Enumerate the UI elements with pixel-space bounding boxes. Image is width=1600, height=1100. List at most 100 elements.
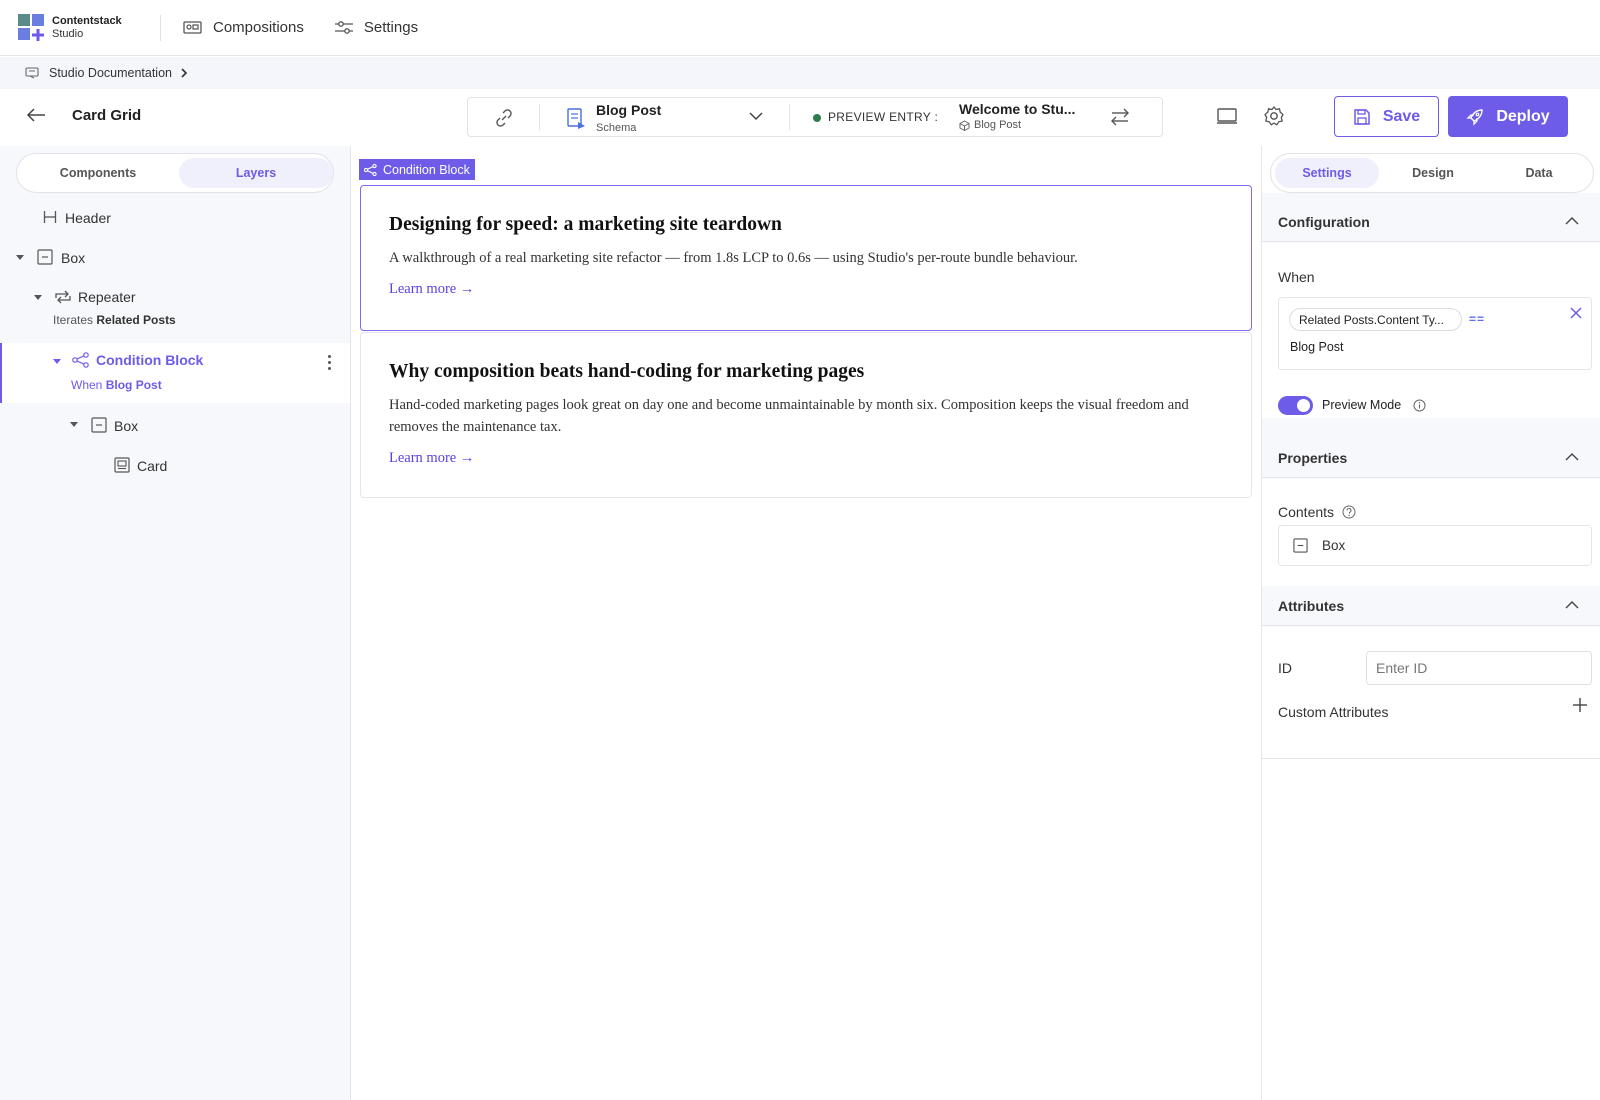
caret-down-icon[interactable] <box>34 295 42 300</box>
preview-entry-type-label: Blog Post <box>974 119 1022 131</box>
tab-design[interactable]: Design <box>1381 158 1485 188</box>
card-title: Why composition beats hand-coding for ma… <box>389 361 865 382</box>
save-button-label: Save <box>1382 107 1421 125</box>
box-icon <box>1293 538 1308 553</box>
preview-status-dot <box>813 114 821 122</box>
attributes-section-header[interactable]: Attributes <box>1262 586 1600 626</box>
documentation-icon <box>25 67 39 79</box>
condition-block-badge[interactable]: Condition Block <box>359 159 475 180</box>
save-button[interactable]: Save <box>1334 96 1439 137</box>
repeat-icon <box>55 290 71 304</box>
right-panel: Settings Design Data Configuration When … <box>1261 146 1600 1100</box>
layer-sublabel: Iterates Related Posts <box>53 313 176 327</box>
nav-divider <box>160 14 161 41</box>
help-icon[interactable] <box>1342 505 1356 519</box>
when-condition-box: Related Posts.Content Ty... == Blog Post <box>1278 297 1592 370</box>
tab-layers[interactable]: Layers <box>179 158 333 188</box>
header-icon <box>43 211 57 223</box>
card-learn-more-link[interactable]: Learn more → <box>389 281 474 298</box>
layer-sublabel: When Blog Post <box>71 378 162 392</box>
id-input[interactable] <box>1366 651 1592 685</box>
nav-compositions[interactable]: Compositions <box>183 19 304 36</box>
layer-box[interactable]: Box <box>0 407 350 443</box>
nav-compositions-label: Compositions <box>213 19 304 36</box>
post-card[interactable]: Designing for speed: a marketing site te… <box>360 185 1252 331</box>
card-icon <box>114 457 130 473</box>
preview-entry-label: PREVIEW ENTRY : <box>828 110 939 124</box>
condition-block-badge-label: Condition Block <box>383 162 470 177</box>
card-body: Hand-coded marketing pages look great on… <box>389 397 1189 435</box>
preview-entry-title[interactable]: Welcome to Stu... <box>959 101 1075 117</box>
tab-components[interactable]: Components <box>21 158 175 188</box>
when-operator[interactable]: == <box>1469 312 1485 326</box>
breadcrumb-label: Studio Documentation <box>49 66 172 80</box>
chevron-up-icon[interactable] <box>1565 600 1579 610</box>
desktop-device-icon[interactable] <box>1216 107 1238 125</box>
layer-repeater[interactable]: Repeater Iterates Related Posts <box>0 283 350 331</box>
brand-logo[interactable]: Contentstack Studio <box>18 13 160 42</box>
nav-settings-label: Settings <box>363 19 419 36</box>
box-icon <box>37 249 53 265</box>
left-panel-tabs: Components Layers <box>16 153 334 193</box>
right-panel-tabs: Settings Design Data <box>1270 153 1594 193</box>
sliders-icon <box>334 20 353 34</box>
layer-condition-block[interactable]: Condition Block When Blog Post <box>0 343 350 403</box>
when-label: When <box>1278 269 1315 285</box>
kebab-menu-icon[interactable] <box>328 355 332 371</box>
schema-separator <box>539 104 540 130</box>
brand-name: Contentstack <box>52 14 122 27</box>
back-arrow-icon[interactable] <box>26 107 46 123</box>
caret-down-icon[interactable] <box>70 422 78 427</box>
left-panel: Components Layers Header Box Repeater It… <box>0 146 351 1100</box>
caret-down-icon[interactable] <box>53 359 61 364</box>
card-title: Designing for speed: a marketing site te… <box>389 214 782 235</box>
condition-branch-icon <box>364 163 377 176</box>
breadcrumb[interactable]: Studio Documentation <box>0 57 1600 89</box>
contents-label: Contents <box>1278 504 1356 520</box>
when-field-chip[interactable]: Related Posts.Content Ty... <box>1289 308 1462 331</box>
schema-document-icon <box>567 108 585 129</box>
chevron-up-icon[interactable] <box>1565 452 1579 462</box>
card-learn-more-link[interactable]: Learn more → <box>389 450 474 467</box>
configuration-section-header[interactable]: Configuration <box>1262 202 1600 242</box>
attributes-body <box>1262 627 1600 758</box>
link-icon[interactable] <box>494 108 514 128</box>
schema-title[interactable]: Blog Post <box>596 102 661 118</box>
chevron-down-icon[interactable] <box>748 110 764 122</box>
condition-branch-icon <box>72 352 89 368</box>
id-label: ID <box>1278 660 1292 676</box>
layer-card[interactable]: Card <box>0 447 350 483</box>
nav-settings[interactable]: Settings <box>334 19 418 36</box>
chevron-up-icon[interactable] <box>1565 216 1579 226</box>
layer-label: Card <box>137 458 168 474</box>
contents-slot[interactable]: Box <box>1278 525 1592 566</box>
layer-box[interactable]: Box <box>0 241 350 273</box>
info-icon[interactable] <box>1413 399 1426 412</box>
contents-label-text: Contents <box>1278 504 1335 520</box>
deploy-button-label: Deploy <box>1496 107 1550 125</box>
close-icon[interactable] <box>1569 306 1583 320</box>
chevron-right-icon <box>181 68 188 78</box>
properties-section-header[interactable]: Properties <box>1262 438 1600 478</box>
tab-settings[interactable]: Settings <box>1275 158 1379 188</box>
logo-mark-icon <box>18 13 46 42</box>
layer-label: Box <box>114 418 139 434</box>
layer-label: Box <box>61 250 86 266</box>
post-card[interactable]: Why composition beats hand-coding for ma… <box>360 332 1252 498</box>
tab-data[interactable]: Data <box>1487 158 1591 188</box>
preview-entry-type: Blog Post <box>959 119 1021 131</box>
when-value[interactable]: Blog Post <box>1290 340 1344 354</box>
contents-value: Box <box>1322 538 1346 553</box>
preview-mode-toggle[interactable] <box>1278 396 1313 415</box>
plus-icon[interactable] <box>1572 697 1588 713</box>
section-title: Configuration <box>1278 213 1370 230</box>
right-panel-empty-area <box>1262 758 1600 1100</box>
layer-header[interactable]: Header <box>0 203 350 233</box>
swap-icon[interactable] <box>1109 107 1131 127</box>
caret-down-icon[interactable] <box>16 255 24 260</box>
gear-icon[interactable] <box>1263 105 1285 127</box>
deploy-button[interactable]: Deploy <box>1448 96 1568 137</box>
schema-preview-bar: Blog Post Schema PREVIEW ENTRY : Welcome… <box>467 97 1163 137</box>
save-icon <box>1354 108 1370 125</box>
layer-label: Header <box>65 210 111 226</box>
